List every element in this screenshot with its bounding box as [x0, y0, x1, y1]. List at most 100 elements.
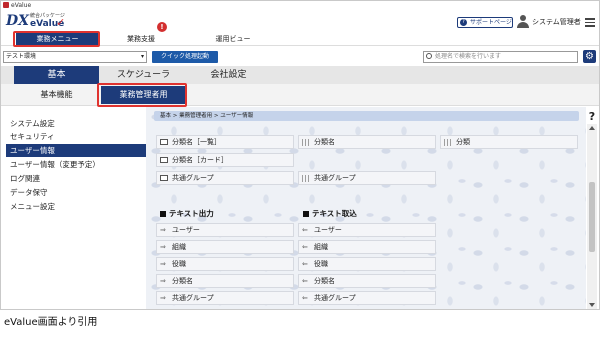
tab-basic[interactable]: 基本 [14, 66, 99, 84]
scroll-thumb[interactable] [589, 182, 595, 252]
content-area: 基本 > 業務管理者用 > ユーザー情報 分類名［一覧］ 分類名 分類 分類名［… [146, 107, 586, 309]
search-placeholder: 処理名で検索を行います [435, 53, 502, 60]
tile-import-organization[interactable]: ⇐ 組織 [298, 240, 436, 254]
tile-label: 組織 [172, 243, 186, 251]
monitor-icon [160, 139, 168, 145]
tile-output-user[interactable]: ⇒ ユーザー [156, 223, 294, 237]
tile-label: 共通グループ [172, 174, 214, 182]
highlight-main-menu [13, 31, 100, 47]
export-icon: ⇒ [160, 260, 166, 268]
grid-icon [302, 139, 310, 146]
section-title: テキスト出力 [169, 209, 214, 218]
scroll-down-icon[interactable] [589, 303, 595, 307]
sidebar: システム設定 セキュリティ ユーザー情報 ユーザー情報（変更予定） ログ関連 デ… [1, 114, 146, 309]
logo-check-icon: ✓ [56, 16, 66, 29]
square-icon [160, 211, 166, 217]
scrollbar[interactable] [587, 124, 597, 309]
help-icon[interactable]: ? [586, 110, 598, 123]
export-icon: ⇒ [160, 277, 166, 285]
tile-output-category-name[interactable]: ⇒ 分類名 [156, 274, 294, 288]
tile-output-position[interactable]: ⇒ 役職 [156, 257, 294, 271]
tile-label: 共通グループ [314, 174, 356, 182]
tile-common-group[interactable]: 共通グループ [298, 171, 436, 185]
tile-label: 共通グループ [172, 294, 214, 302]
subtab-bar: 基本機能 業務管理者用 [1, 84, 599, 106]
sidebar-item-security[interactable]: セキュリティ [6, 130, 146, 143]
tile-label: 分類 [456, 138, 470, 146]
tile-import-common-group[interactable]: ⇐ 共通グループ [298, 291, 436, 305]
tile-label: 分類名［一覧］ [172, 138, 221, 146]
grid-icon [302, 175, 310, 182]
tile-label: ユーザー [172, 226, 200, 234]
tile-import-category-name[interactable]: ⇐ 分類名 [298, 274, 436, 288]
support-page-label: サポートページ [470, 19, 512, 26]
section-title: テキスト取込 [312, 209, 357, 218]
question-icon: ? [460, 19, 467, 26]
environment-select[interactable]: テスト環境 ▾ [3, 51, 147, 63]
app-icon [3, 2, 9, 8]
environment-value: テスト環境 [6, 53, 37, 60]
support-page-button[interactable]: ? サポートページ [457, 17, 513, 28]
title-bar: eValue [1, 1, 599, 10]
export-icon: ⇒ [160, 226, 166, 234]
tile-import-position[interactable]: ⇐ 役職 [298, 257, 436, 271]
breadcrumb: 基本 > 業務管理者用 > ユーザー情報 [154, 111, 579, 121]
sidebar-item-data-maintenance[interactable]: データ保守 [6, 186, 146, 199]
sidebar-item-user-info[interactable]: ユーザー情報 [6, 144, 146, 157]
sidebar-item-user-info-planned[interactable]: ユーザー情報（変更予定） [6, 158, 146, 171]
tab-scheduler[interactable]: スケジューラ [101, 66, 186, 84]
tile-label: 分類名 [314, 277, 335, 285]
toolbar: テスト環境 ▾ クイック処理起動 処理名で検索を行います ⚙ [1, 49, 599, 65]
sidebar-item-logs[interactable]: ログ関連 [6, 172, 146, 185]
gear-icon[interactable]: ⚙ [583, 50, 596, 63]
monitor-icon [160, 157, 168, 163]
tile-label: 分類名 [172, 277, 193, 285]
import-icon: ⇐ [302, 277, 308, 285]
tile-label: 役職 [314, 260, 328, 268]
highlight-subtab [97, 83, 187, 107]
user-name[interactable]: システム管理者 [532, 17, 581, 28]
tile-import-user[interactable]: ⇐ ユーザー [298, 223, 436, 237]
quick-process-button[interactable]: クイック処理起動 [152, 51, 218, 63]
export-icon: ⇒ [160, 243, 166, 251]
chevron-down-icon: ▾ [140, 53, 144, 60]
tile-category-name[interactable]: 分類名 [298, 135, 436, 149]
logo[interactable]: DX 統合パッケージ eValue ✓ [6, 13, 66, 30]
tile-output-organization[interactable]: ⇒ 組織 [156, 240, 294, 254]
scroll-up-icon[interactable] [589, 126, 595, 130]
tab-company-settings[interactable]: 会社設定 [186, 66, 271, 84]
header: DX 統合パッケージ eValue ✓ ? サポートページ システム管理者 [1, 10, 599, 31]
section-text-import: テキスト取込 [303, 209, 357, 219]
tab-bar: 基本 スケジューラ 会社設定 [1, 66, 599, 84]
export-icon: ⇒ [160, 294, 166, 302]
section-text-output: テキスト出力 [160, 209, 214, 219]
tile-label: 共通グループ [314, 294, 356, 302]
user-icon [517, 15, 529, 28]
sidebar-item-menu-settings[interactable]: メニュー設定 [6, 200, 146, 213]
tile-label: ユーザー [314, 226, 342, 234]
tile-category-list[interactable]: 分類名［一覧］ [156, 135, 294, 149]
search-input[interactable]: 処理名で検索を行います [423, 51, 578, 63]
tile-label: 分類名［カード］ [172, 156, 228, 164]
main-menu-item-support[interactable]: 業務支援 [105, 33, 177, 46]
subtab-basic-functions[interactable]: 基本機能 [14, 86, 99, 104]
alert-icon[interactable]: ! [157, 22, 167, 32]
sidebar-item-system-settings[interactable]: システム設定 [6, 117, 146, 130]
import-icon: ⇐ [302, 243, 308, 251]
tile-label: 組織 [314, 243, 328, 251]
grid-icon [444, 139, 452, 146]
search-icon [426, 53, 432, 59]
tile-category[interactable]: 分類 [440, 135, 578, 149]
caption: eValue画面より引用 [4, 317, 98, 328]
import-icon: ⇐ [302, 294, 308, 302]
import-icon: ⇐ [302, 226, 308, 234]
tile-output-common-group[interactable]: ⇒ 共通グループ [156, 291, 294, 305]
main-menu-item-operation[interactable]: 運用ビュー [197, 33, 269, 46]
tile-label: 役職 [172, 260, 186, 268]
tile-category-card[interactable]: 分類名［カード］ [156, 153, 294, 167]
square-icon [303, 211, 309, 217]
hamburger-menu-icon[interactable] [585, 18, 595, 27]
monitor-icon [160, 175, 168, 181]
tile-common-group-view[interactable]: 共通グループ [156, 171, 294, 185]
window-title: eValue [11, 2, 32, 9]
